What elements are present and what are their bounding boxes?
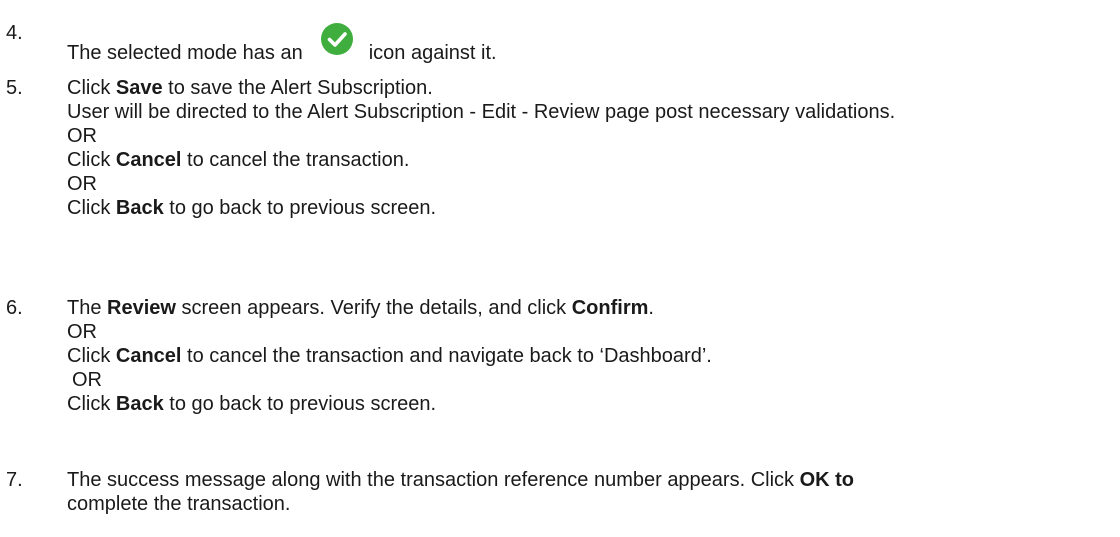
ok-label: OK to <box>799 469 855 491</box>
step-4-line: The selected mode has an icon against it… <box>67 21 497 69</box>
step-number: 5. <box>6 77 23 99</box>
step-5: 5. Click Save to save the Alert Subscrip… <box>0 76 1120 260</box>
step-4: 4. The selected mode has an icon against… <box>0 8 1120 69</box>
text: Click <box>67 149 116 171</box>
step-4-text-after: icon against it. <box>368 42 497 64</box>
cancel-label: Cancel <box>115 345 182 367</box>
step-6-line-3: Click Cancel to cancel the transaction a… <box>67 344 1117 368</box>
text: Click <box>67 345 116 367</box>
text: to save the Alert Subscription. <box>162 77 433 99</box>
step-number: 4. <box>6 22 23 44</box>
text: . <box>648 297 654 319</box>
text: Click <box>67 197 116 219</box>
cancel-label: Cancel <box>115 149 182 171</box>
step-7: 7. The success message along with the tr… <box>0 468 1120 522</box>
or-label: OR <box>67 321 97 343</box>
step-5-line-1: Click Save to save the Alert Subscriptio… <box>67 76 1117 100</box>
step-5-line-2: User will be directed to the Alert Subsc… <box>67 101 896 123</box>
or-label: OR <box>72 369 102 391</box>
text: Click <box>67 77 116 99</box>
step-body: The selected mode has an icon against it… <box>67 21 1117 69</box>
save-label: Save <box>115 77 163 99</box>
step-body: The Review screen appears. Verify the de… <box>67 296 1117 416</box>
step-5-line-6: Click Back to go back to previous screen… <box>67 196 1117 220</box>
step-5-line-4: Click Cancel to cancel the transaction. <box>67 148 1117 172</box>
step-7-line-1: The success message along with the trans… <box>67 468 1117 492</box>
step-body: The success message along with the trans… <box>67 468 1117 516</box>
text: The success message along with the trans… <box>67 469 800 491</box>
step-6-line-1: The Review screen appears. Verify the de… <box>67 296 1117 320</box>
or-label: OR <box>67 125 97 147</box>
text: Click <box>67 393 116 415</box>
text: The <box>67 297 108 319</box>
step-body: Click Save to save the Alert Subscriptio… <box>67 76 1117 220</box>
step-6-line-5: Click Back to go back to previous screen… <box>67 392 1117 416</box>
step-6: 6. The Review screen appears. Verify the… <box>0 296 1120 420</box>
text: to go back to previous screen. <box>163 393 437 415</box>
text: screen appears. Verify the details, and … <box>175 297 572 319</box>
back-label: Back <box>115 393 164 415</box>
or-label: OR <box>67 173 97 195</box>
step-7-line-2: complete the transaction. <box>67 493 291 515</box>
text: to go back to previous screen. <box>163 197 437 219</box>
back-label: Back <box>115 197 164 219</box>
step-number: 6. <box>6 297 23 319</box>
step-4-text-before: The selected mode has an <box>67 42 303 64</box>
confirm-label: Confirm <box>571 297 649 319</box>
text: to cancel the transaction and navigate b… <box>181 345 712 367</box>
document-page: 4. The selected mode has an icon against… <box>0 0 1120 537</box>
step-number: 7. <box>6 469 23 491</box>
text: to cancel the transaction. <box>181 149 410 171</box>
check-circle-icon <box>310 21 365 69</box>
review-label: Review <box>107 297 176 319</box>
